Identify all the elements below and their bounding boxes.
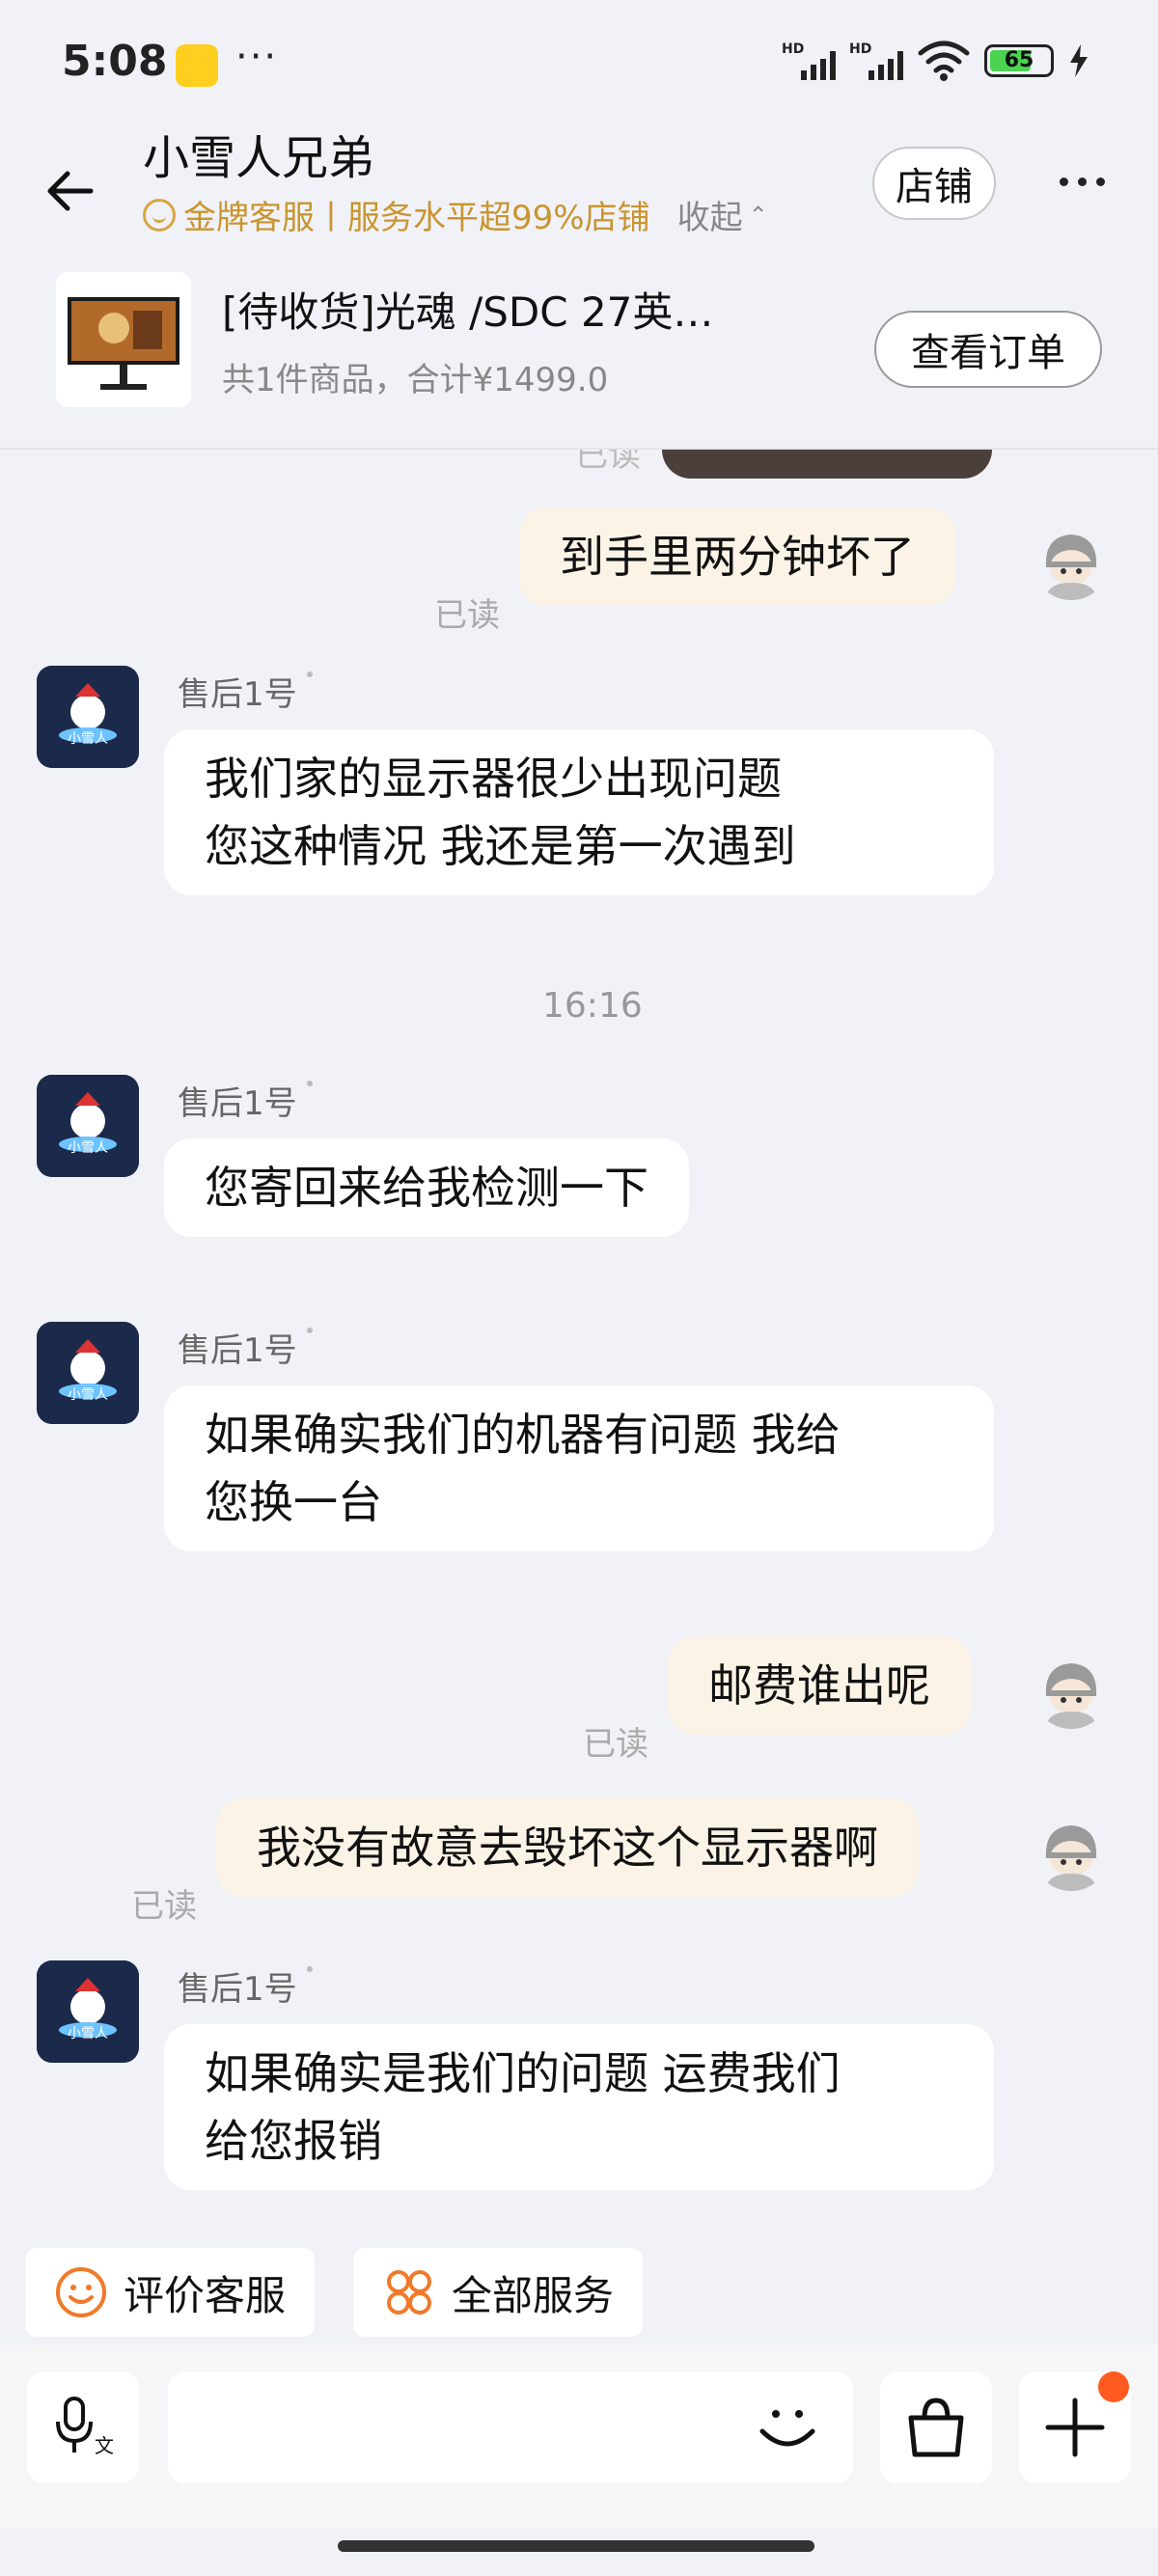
shop-name: 小雪人兄弟 [143, 131, 375, 185]
outgoing-message[interactable]: 邮费谁出呢 [668, 1636, 971, 1735]
emoji-icon[interactable] [753, 2393, 822, 2462]
all-services-label: 全部服务 [452, 2271, 615, 2319]
rate-service-button[interactable]: 评价客服 [25, 2248, 316, 2337]
shopping-bag-icon [908, 2398, 964, 2457]
read-receipt: 已读 [131, 1887, 197, 1926]
incoming-message[interactable]: 如果确实是我们的问题 运费我们 给您报销 [164, 2024, 994, 2190]
support-agent-avatar[interactable]: 小雪人 [37, 1960, 139, 2063]
sender-name: 售后1号 [178, 1077, 313, 1124]
chat-timestamp: 16:16 [542, 986, 643, 1026]
view-order-button[interactable]: 查看订单 [874, 311, 1102, 388]
status-time: 5:08 [62, 37, 168, 86]
support-agent-avatar[interactable]: 小雪人 [37, 1322, 139, 1424]
outgoing-message[interactable]: 到手里两分钟坏了 [519, 507, 955, 606]
voice-text-label: 文 [95, 2434, 114, 2457]
microphone-icon: 文 [56, 2397, 114, 2457]
sender-name: 售后1号 [178, 668, 313, 715]
smile-icon [56, 2267, 106, 2317]
message-line: 如果确实是我们的问题 运费我们 [205, 2047, 841, 2099]
read-receipt: 已读 [434, 596, 500, 635]
sender-name: 售后1号 [178, 1962, 313, 2010]
incoming-message[interactable]: 我们家的显示器很少出现问题 您这种情况 我还是第一次遇到 [164, 729, 994, 895]
more-notifications-icon: ··· [235, 35, 279, 79]
shopping-bag-button[interactable] [880, 2371, 992, 2483]
wifi-icon [918, 41, 970, 81]
message-line: 您寄回来给我检测一下 [205, 1162, 648, 1214]
svg-text:小雪人: 小雪人 [68, 1140, 108, 1156]
app-notification-icon [176, 44, 218, 87]
more-options-icon[interactable] [1060, 178, 1105, 186]
all-services-button[interactable]: 全部服务 [353, 2248, 644, 2337]
smile-badge-icon [143, 198, 176, 232]
read-receipt: 已读 [583, 1725, 648, 1764]
user-avatar[interactable] [1033, 1814, 1110, 1891]
order-title[interactable]: [待收货]光魂 /SDC 27英… [222, 280, 713, 339]
svg-text:小雪人: 小雪人 [68, 2026, 108, 2042]
message-line: 给您报销 [205, 2115, 382, 2167]
collapse-link[interactable]: 收起 [677, 191, 743, 238]
notification-dot [1098, 2371, 1129, 2402]
status-icons: HD HD 65 [782, 39, 1090, 83]
product-thumbnail[interactable] [56, 272, 191, 407]
support-agent-avatar[interactable]: 小雪人 [37, 666, 139, 768]
voice-input-button[interactable]: 文 [27, 2371, 139, 2483]
shop-button[interactable]: 店铺 [872, 147, 996, 220]
user-avatar[interactable] [1033, 1652, 1110, 1729]
support-agent-avatar[interactable]: 小雪人 [37, 1075, 139, 1177]
plus-icon [1045, 2398, 1105, 2457]
chevron-up-icon[interactable]: ⌃ [749, 202, 768, 229]
charging-icon [1070, 44, 1088, 77]
service-badge-row: 金牌客服丨服务水平超99%店铺 收起 ⌃ [143, 191, 768, 238]
sender-name: 售后1号 [178, 1324, 313, 1371]
user-avatar[interactable] [1033, 523, 1110, 600]
message-line: 我们家的显示器很少出现问题 [205, 753, 782, 805]
signal-icon-2: HD [849, 41, 903, 80]
incoming-message[interactable]: 您寄回来给我检测一下 [164, 1138, 689, 1237]
previous-image-message[interactable] [662, 450, 992, 479]
grid-flower-icon [387, 2270, 431, 2315]
home-indicator[interactable] [338, 2540, 814, 2552]
battery-icon: 65 [984, 44, 1054, 77]
gold-service-badge: 金牌客服丨服务水平超99%店铺 [183, 199, 650, 237]
battery-level: 65 [1004, 48, 1034, 72]
incoming-message[interactable]: 如果确实我们的机器有问题 我给 您换一台 [164, 1385, 994, 1551]
message-line: 如果确实我们的机器有问题 我给 [205, 1409, 841, 1461]
message-input[interactable] [168, 2371, 853, 2483]
svg-text:小雪人: 小雪人 [68, 731, 108, 747]
message-line: 您这种情况 我还是第一次遇到 [205, 820, 796, 872]
rate-service-label: 评价客服 [124, 2271, 287, 2319]
back-arrow-icon[interactable] [42, 162, 100, 220]
svg-text:小雪人: 小雪人 [68, 1387, 108, 1403]
message-line: 您换一台 [205, 1476, 382, 1528]
order-summary: 共1件商品，合计¥1499.0 [222, 361, 609, 399]
read-receipt: 已读 [575, 450, 641, 475]
chat-area[interactable]: 已读 到手里两分钟坏了 已读 小雪人 售后1号 我们家的显示器很少出现问题 您这… [0, 450, 1158, 2206]
outgoing-message[interactable]: 我没有故意去毁坏这个显示器啊 [216, 1798, 919, 1897]
signal-icon: HD [782, 41, 836, 80]
